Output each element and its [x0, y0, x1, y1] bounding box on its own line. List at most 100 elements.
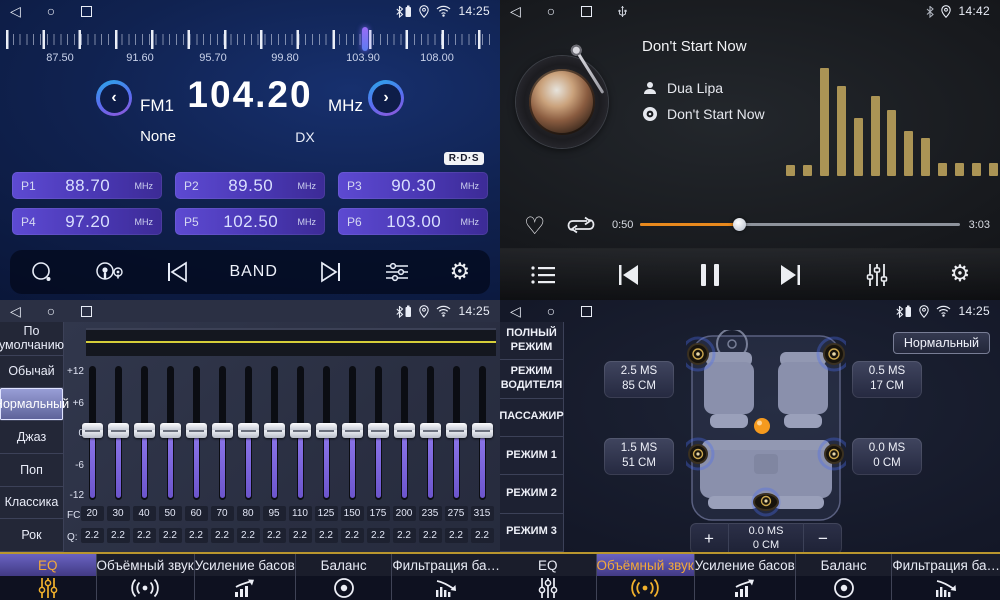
- audio-tab-4[interactable]: Фильтрация ба…: [891, 554, 1000, 600]
- slider-handle[interactable]: [394, 423, 415, 438]
- eq-band-slider-13[interactable]: [418, 366, 442, 500]
- slider-handle[interactable]: [420, 423, 441, 438]
- band-button[interactable]: BAND: [229, 263, 277, 281]
- slider-handle[interactable]: [212, 423, 233, 438]
- fc-value[interactable]: 95: [263, 506, 286, 521]
- radio-preset-P5[interactable]: P5 102.50 MHz: [175, 208, 325, 235]
- fc-value[interactable]: 50: [159, 506, 182, 521]
- repeat-icon[interactable]: [566, 215, 596, 240]
- q-value[interactable]: 2.2: [237, 528, 260, 543]
- slider-handle[interactable]: [446, 423, 467, 438]
- pty-broadcast-icon[interactable]: [94, 260, 124, 284]
- fc-value[interactable]: 125: [315, 506, 338, 521]
- seek-up-button[interactable]: ›: [368, 80, 404, 116]
- q-value[interactable]: 2.2: [315, 528, 338, 543]
- slider-handle[interactable]: [472, 423, 493, 438]
- front-left-delay-button[interactable]: 2.5 MS 85 CM: [604, 361, 674, 398]
- audio-tab-4[interactable]: Фильтрация ба…: [391, 554, 500, 600]
- q-value[interactable]: 2.2: [419, 528, 442, 543]
- fc-value[interactable]: 110: [289, 506, 312, 521]
- home-icon[interactable]: ○: [47, 3, 55, 19]
- eq-band-slider-12[interactable]: [392, 366, 416, 500]
- previous-track-icon[interactable]: [615, 263, 641, 287]
- eq-band-slider-1[interactable]: [106, 366, 130, 500]
- audio-tab-2[interactable]: Усиление басов: [194, 554, 295, 600]
- q-value[interactable]: 2.2: [159, 528, 182, 543]
- fc-value[interactable]: 175: [367, 506, 390, 521]
- q-value[interactable]: 2.2: [185, 528, 208, 543]
- rear-left-delay-button[interactable]: 1.5 MS 51 CM: [604, 438, 674, 475]
- slider-handle[interactable]: [342, 423, 363, 438]
- rear-right-delay-button[interactable]: 0.0 MS 0 CM: [852, 438, 922, 475]
- slider-handle[interactable]: [264, 423, 285, 438]
- progress-bar[interactable]: [640, 223, 960, 226]
- audio-tab-0[interactable]: EQ: [500, 554, 596, 600]
- back-icon[interactable]: ◁: [510, 3, 521, 20]
- eq-preset-2[interactable]: Нормальный: [0, 388, 63, 421]
- eq-preset-5[interactable]: Классика: [0, 487, 63, 520]
- eq-band-slider-0[interactable]: [80, 366, 104, 500]
- eq-preset-3[interactable]: Джаз: [0, 421, 63, 454]
- favorite-icon[interactable]: ♡: [524, 212, 546, 240]
- settings-gear-icon[interactable]: ⚙: [950, 263, 971, 286]
- fc-value[interactable]: 70: [211, 506, 234, 521]
- eq-band-slider-10[interactable]: [340, 366, 364, 500]
- pause-icon[interactable]: [701, 264, 719, 286]
- eq-preset-1[interactable]: Обычай: [0, 356, 63, 389]
- eq-band-slider-2[interactable]: [132, 366, 156, 500]
- fc-value[interactable]: 40: [133, 506, 156, 521]
- eq-preset-6[interactable]: Рок: [0, 519, 63, 552]
- radio-preset-P2[interactable]: P2 89.50 MHz: [175, 172, 325, 199]
- fc-value[interactable]: 275: [445, 506, 468, 521]
- q-value[interactable]: 2.2: [367, 528, 390, 543]
- home-icon[interactable]: ○: [547, 3, 555, 19]
- fc-value[interactable]: 30: [107, 506, 130, 521]
- seek-down-button[interactable]: ‹: [96, 80, 132, 116]
- eq-band-slider-7[interactable]: [262, 366, 286, 500]
- eq-band-slider-15[interactable]: [470, 366, 494, 500]
- home-icon[interactable]: ○: [547, 303, 555, 319]
- previous-preset-icon[interactable]: [164, 261, 190, 283]
- mode-0[interactable]: ПОЛНЫЙ РЕЖИМ: [500, 322, 563, 360]
- fc-value[interactable]: 315: [471, 506, 494, 521]
- q-value[interactable]: 2.2: [341, 528, 364, 543]
- audio-tab-1[interactable]: Объёмный звук: [596, 554, 694, 600]
- q-value[interactable]: 2.2: [471, 528, 494, 543]
- fc-value[interactable]: 200: [393, 506, 416, 521]
- radio-preset-P6[interactable]: P6 103.00 MHz: [338, 208, 488, 235]
- mode-1[interactable]: РЕЖИМ ВОДИТЕЛЯ: [500, 360, 563, 398]
- decrease-delay-button[interactable]: −: [804, 523, 842, 554]
- audio-tab-1[interactable]: Объёмный звук: [96, 554, 194, 600]
- audio-tab-3[interactable]: Баланс: [295, 554, 392, 600]
- delay-profile-button[interactable]: Нормальный: [893, 332, 990, 354]
- eq-sliders-icon[interactable]: [864, 262, 890, 288]
- audio-tab-0[interactable]: EQ: [0, 554, 96, 600]
- mode-4[interactable]: РЕЖИМ 2: [500, 475, 563, 513]
- increase-delay-button[interactable]: +: [690, 523, 728, 554]
- progress-thumb[interactable]: [733, 218, 746, 231]
- slider-handle[interactable]: [160, 423, 181, 438]
- audio-tab-3[interactable]: Баланс: [795, 554, 892, 600]
- q-value[interactable]: 2.2: [445, 528, 468, 543]
- fc-value[interactable]: 150: [341, 506, 364, 521]
- q-value[interactable]: 2.2: [81, 528, 104, 543]
- fc-value[interactable]: 20: [81, 506, 104, 521]
- playlist-icon[interactable]: [530, 264, 556, 286]
- audio-settings-icon[interactable]: [384, 260, 410, 284]
- q-value[interactable]: 2.2: [263, 528, 286, 543]
- recents-icon[interactable]: [581, 306, 592, 317]
- eq-band-slider-8[interactable]: [288, 366, 312, 500]
- radio-preset-P1[interactable]: P1 88.70 MHz: [12, 172, 162, 199]
- slider-handle[interactable]: [290, 423, 311, 438]
- mode-2[interactable]: ПАССАЖИР: [500, 399, 563, 437]
- eq-preset-4[interactable]: Поп: [0, 454, 63, 487]
- mode-3[interactable]: РЕЖИМ 1: [500, 437, 563, 475]
- q-value[interactable]: 2.2: [289, 528, 312, 543]
- eq-band-slider-14[interactable]: [444, 366, 468, 500]
- recents-icon[interactable]: [81, 6, 92, 17]
- slider-handle[interactable]: [186, 423, 207, 438]
- car-cabin-diagram[interactable]: [686, 330, 846, 526]
- eq-band-slider-6[interactable]: [236, 366, 260, 500]
- eq-band-slider-4[interactable]: [184, 366, 208, 500]
- slider-handle[interactable]: [368, 423, 389, 438]
